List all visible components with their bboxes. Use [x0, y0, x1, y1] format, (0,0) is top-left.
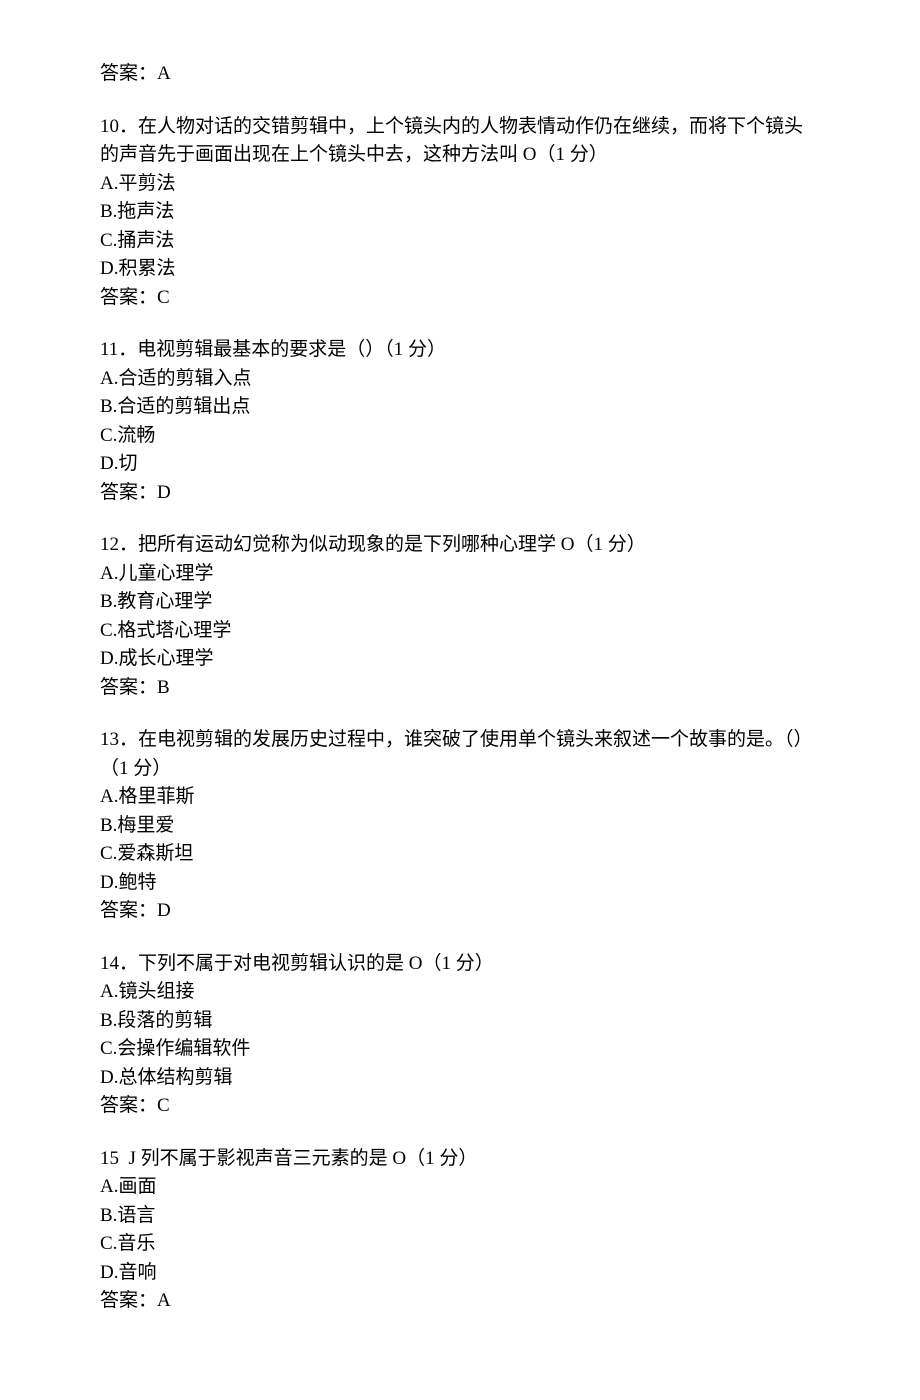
- prev-answer-block: 答案：A: [100, 60, 820, 89]
- answer-value: B: [157, 677, 170, 698]
- answer-line: 答案：C: [100, 1092, 820, 1121]
- question-option: A.镜头组接: [100, 978, 820, 1007]
- question-block: 14．下列不属于对电视剪辑认识的是 O（1 分）A.镜头组接B.段落的剪辑C.会…: [100, 950, 820, 1121]
- answer-line: 答案：D: [100, 897, 820, 926]
- question-option: C.捅声法: [100, 227, 820, 256]
- answer-value: D: [157, 900, 171, 921]
- question-option: D.积累法: [100, 255, 820, 284]
- question-option: D.总体结构剪辑: [100, 1064, 820, 1093]
- answer-label: 答案：: [100, 900, 157, 921]
- answer-line: 答案：D: [100, 479, 820, 508]
- question-option: B.合适的剪辑出点: [100, 393, 820, 422]
- answer-line: 答案：A: [100, 1287, 820, 1316]
- answer-line: 答案：B: [100, 674, 820, 703]
- question-stem: 13．在电视剪辑的发展历史过程中，谁突破了使用单个镜头来叙述一个故事的是。（）（…: [100, 726, 820, 783]
- question-option: B.教育心理学: [100, 588, 820, 617]
- question-option: D.鲍特: [100, 869, 820, 898]
- question-option: A.格里菲斯: [100, 783, 820, 812]
- answer-value: C: [157, 287, 170, 308]
- question-block: 15 J 列不属于影视声音三元素的是 O（1 分）A.画面B.语言C.音乐D.音…: [100, 1145, 820, 1316]
- question-option: B.段落的剪辑: [100, 1007, 820, 1036]
- question-stem-text: ．在人物对话的交错剪辑中，上个镜头内的人物表情动作仍在继续，而将下个镜头的声音先…: [100, 116, 803, 166]
- question-option: A.平剪法: [100, 170, 820, 199]
- question-option: A.画面: [100, 1173, 820, 1202]
- question-stem-text: ．下列不属于对电视剪辑认识的是 O（1 分）: [119, 953, 494, 974]
- question-option: A.合适的剪辑入点: [100, 365, 820, 394]
- answer-line: 答案：A: [100, 60, 820, 89]
- question-stem-text: J 列不属于影视声音三元素的是 O（1 分）: [119, 1148, 477, 1169]
- question-option: D.成长心理学: [100, 645, 820, 674]
- question-number: 10: [100, 116, 119, 137]
- answer-label: 答案：: [100, 482, 157, 503]
- question-option: C.爱森斯坦: [100, 840, 820, 869]
- questions-container: 10．在人物对话的交错剪辑中，上个镜头内的人物表情动作仍在继续，而将下个镜头的声…: [100, 113, 820, 1316]
- question-stem-text: ．把所有运动幻觉称为似动现象的是下列哪种心理学 O（1 分）: [119, 534, 646, 555]
- question-stem: 11．电视剪辑最基本的要求是（）（1 分）: [100, 336, 820, 365]
- question-option: C.格式塔心理学: [100, 617, 820, 646]
- document-page: 答案：A 10．在人物对话的交错剪辑中，上个镜头内的人物表情动作仍在继续，而将下…: [0, 0, 920, 1400]
- question-option: D.切: [100, 450, 820, 479]
- question-stem: 10．在人物对话的交错剪辑中，上个镜头内的人物表情动作仍在继续，而将下个镜头的声…: [100, 113, 820, 170]
- question-stem-text: ．电视剪辑最基本的要求是（）（1 分）: [118, 339, 446, 360]
- answer-line: 答案：C: [100, 284, 820, 313]
- answer-value: A: [157, 63, 171, 84]
- question-block: 11．电视剪辑最基本的要求是（）（1 分）A.合适的剪辑入点B.合适的剪辑出点C…: [100, 336, 820, 507]
- question-option: C.流畅: [100, 422, 820, 451]
- answer-label: 答案：: [100, 1095, 157, 1116]
- question-stem: 12．把所有运动幻觉称为似动现象的是下列哪种心理学 O（1 分）: [100, 531, 820, 560]
- question-option: C.会操作编辑软件: [100, 1035, 820, 1064]
- answer-label: 答案：: [100, 287, 157, 308]
- question-stem: 15 J 列不属于影视声音三元素的是 O（1 分）: [100, 1145, 820, 1174]
- question-number: 11: [100, 339, 118, 360]
- question-block: 10．在人物对话的交错剪辑中，上个镜头内的人物表情动作仍在继续，而将下个镜头的声…: [100, 113, 820, 313]
- question-option: C.音乐: [100, 1230, 820, 1259]
- question-number: 14: [100, 953, 119, 974]
- question-option: B.拖声法: [100, 198, 820, 227]
- question-option: D.音响: [100, 1259, 820, 1288]
- question-number: 15: [100, 1148, 119, 1169]
- answer-label: 答案：: [100, 63, 157, 84]
- question-block: 13．在电视剪辑的发展历史过程中，谁突破了使用单个镜头来叙述一个故事的是。（）（…: [100, 726, 820, 926]
- question-block: 12．把所有运动幻觉称为似动现象的是下列哪种心理学 O（1 分）A.儿童心理学B…: [100, 531, 820, 702]
- question-option: B.语言: [100, 1202, 820, 1231]
- answer-value: D: [157, 482, 171, 503]
- question-option: B.梅里爱: [100, 812, 820, 841]
- question-option: A.儿童心理学: [100, 560, 820, 589]
- answer-value: C: [157, 1095, 170, 1116]
- question-stem-text: ．在电视剪辑的发展历史过程中，谁突破了使用单个镜头来叙述一个故事的是。（）（1 …: [100, 729, 813, 779]
- question-number: 12: [100, 534, 119, 555]
- question-stem: 14．下列不属于对电视剪辑认识的是 O（1 分）: [100, 950, 820, 979]
- question-number: 13: [100, 729, 119, 750]
- answer-label: 答案：: [100, 677, 157, 698]
